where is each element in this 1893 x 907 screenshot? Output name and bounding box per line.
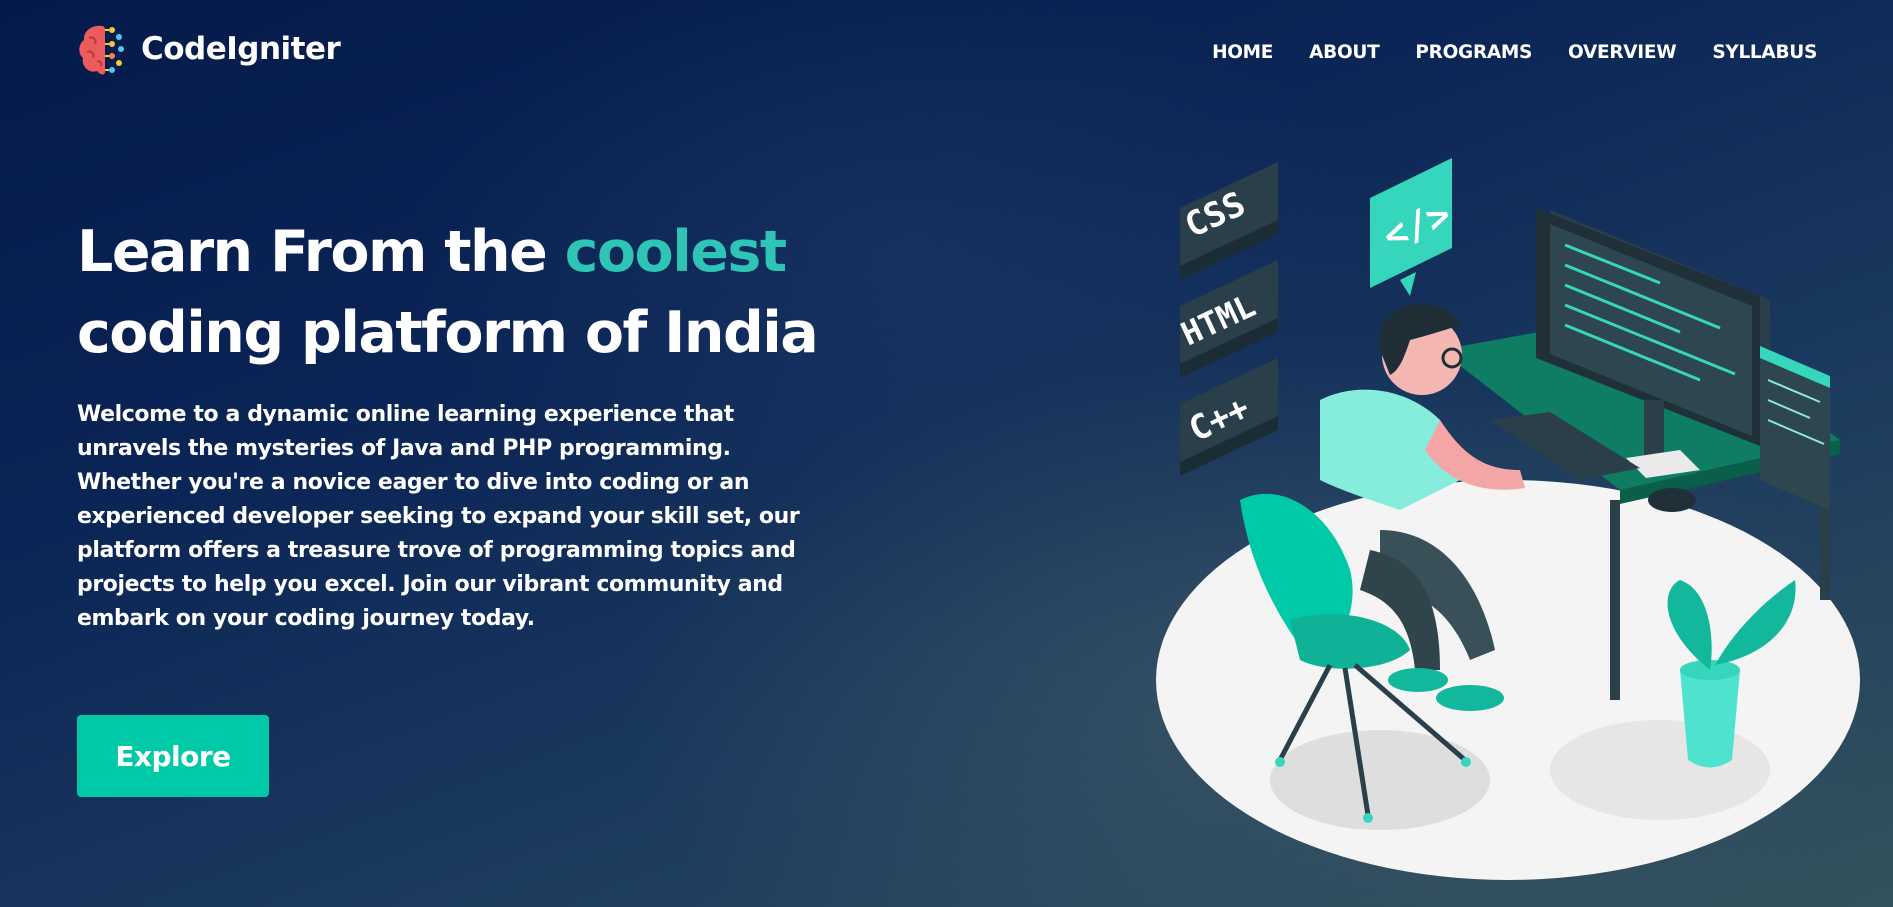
hero-title-line2: coding platform of India (77, 300, 819, 366)
brand-name: CodeIgniter (141, 31, 341, 67)
nav-home[interactable]: HOME (1212, 42, 1273, 63)
brand-logo[interactable]: CodeIgniter (77, 20, 341, 78)
nav-about[interactable]: ABOUT (1309, 42, 1380, 63)
hero-title-part1: Learn From the (77, 219, 565, 285)
brain-icon (79, 25, 124, 75)
nav-overview[interactable]: OVERVIEW (1568, 42, 1677, 63)
cpp-tag: C++ (1180, 358, 1278, 476)
explore-button[interactable]: Explore (77, 715, 269, 797)
css-tag: CSS (1179, 162, 1278, 280)
code-bubble: </> (1370, 158, 1457, 296)
hero-title-accent: coolest (564, 219, 787, 285)
mouse (1648, 488, 1696, 512)
hero-title: Learn From the coolest coding platform o… (77, 212, 819, 374)
hero-description: Welcome to a dynamic online learning exp… (77, 402, 800, 631)
html-tag: HTML (1175, 260, 1278, 378)
main-nav: HOME ABOUT PROGRAMS OVERVIEW SYLLABUS (1212, 42, 1817, 63)
nav-programs[interactable]: PROGRAMS (1415, 42, 1532, 63)
developer-illustration: CSS HTML C++ </> (1156, 158, 1860, 880)
side-screen (1760, 346, 1830, 510)
nav-syllabus[interactable]: SYLLABUS (1712, 42, 1817, 63)
